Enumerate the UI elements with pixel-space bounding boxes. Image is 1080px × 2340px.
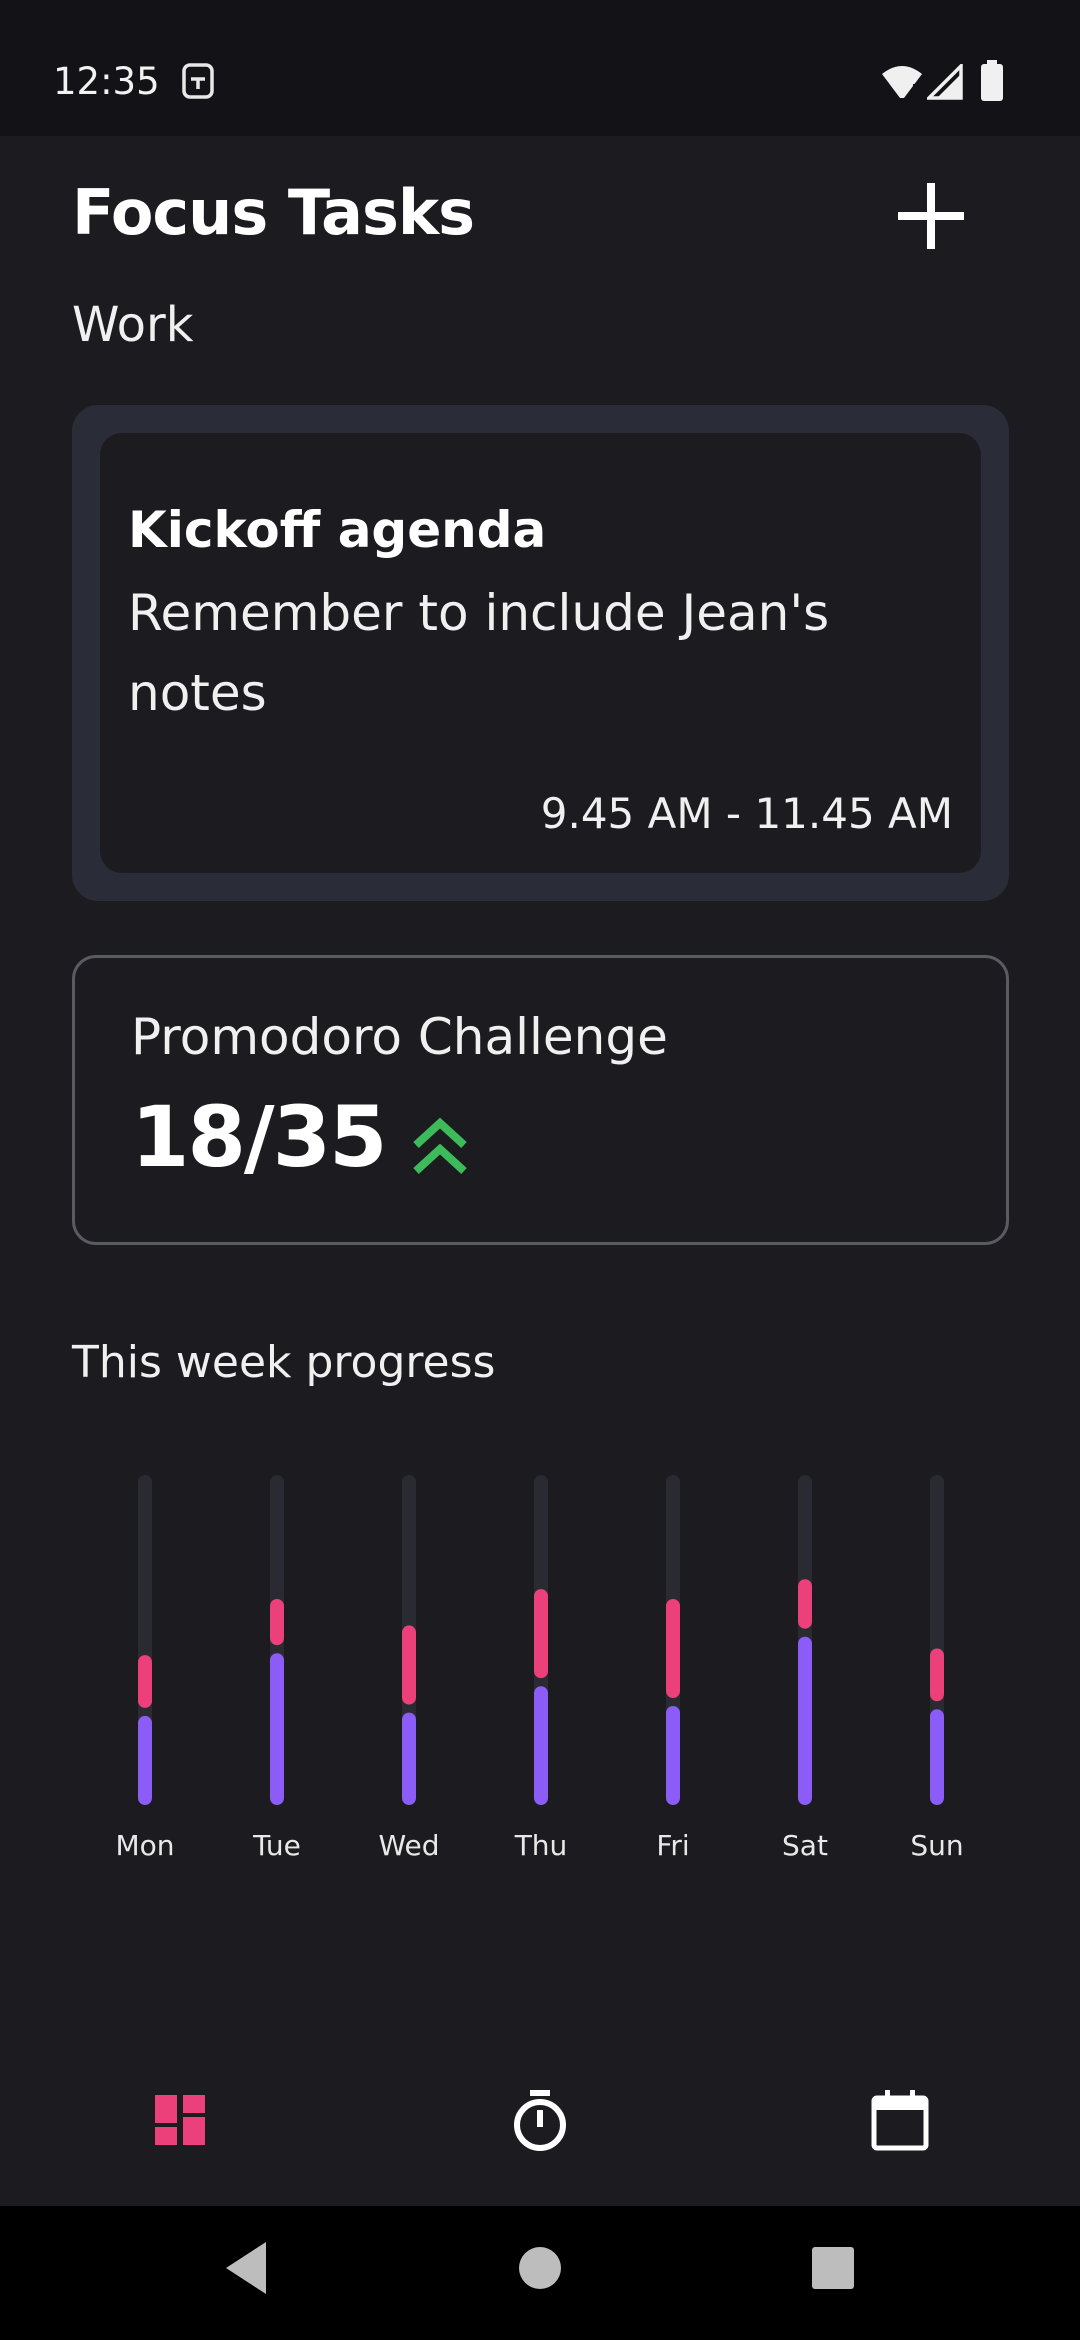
promodoro-title: Promodoro Challenge: [131, 1008, 668, 1066]
bar-segment: [270, 1653, 284, 1805]
task-note: Remember to include Jean's notes: [128, 584, 830, 722]
section-label: Work: [72, 297, 194, 353]
bar-segment: [798, 1636, 812, 1805]
bar-segment: [666, 1706, 680, 1805]
timer-icon: [514, 2090, 566, 2151]
status-time: 12:35: [53, 60, 160, 103]
page-title: Focus Tasks: [72, 176, 475, 249]
wifi-icon: [882, 66, 922, 98]
task-card-container[interactable]: Kickoff agenda Remember to include Jean'…: [72, 405, 1009, 901]
nav-calendar[interactable]: [840, 2070, 960, 2170]
task-card[interactable]: Kickoff agenda Remember to include Jean'…: [100, 433, 981, 873]
bar-segment: [138, 1715, 152, 1805]
signal-icon: [927, 64, 963, 100]
bar-segment: [534, 1686, 548, 1805]
double-chevron-up-icon: [413, 1117, 467, 1174]
battery-icon: [981, 60, 1003, 101]
task-title: Kickoff agenda: [128, 501, 547, 559]
status-bar: 12:35: [0, 0, 1080, 136]
bottom-nav: [0, 2040, 1080, 2206]
bar-segment: [534, 1589, 548, 1679]
day-label: Wed: [378, 1829, 439, 1862]
bar-segment: [798, 1579, 812, 1629]
day-label: Fri: [656, 1829, 689, 1862]
day-label: Thu: [514, 1829, 568, 1862]
promodoro-card[interactable]: Promodoro Challenge 18/35: [72, 955, 1009, 1245]
progress-title: This week progress: [72, 1337, 496, 1388]
day-label: Mon: [115, 1829, 174, 1862]
bar-segment: [402, 1712, 416, 1805]
day-label: Tue: [252, 1829, 301, 1862]
home-icon[interactable]: [518, 2238, 562, 2298]
sim-card-icon: [182, 63, 214, 99]
day-label: Sun: [910, 1829, 963, 1862]
task-time-range: 9.45 AM - 11.45 AM: [540, 789, 953, 838]
bar-segment: [402, 1625, 416, 1705]
bar-segment: [270, 1599, 284, 1646]
nav-dashboard[interactable]: [120, 2070, 240, 2170]
recents-icon[interactable]: [810, 2238, 856, 2298]
plus-icon: [898, 183, 964, 249]
system-nav-bar: [0, 2206, 1080, 2340]
back-icon[interactable]: [222, 2238, 268, 2298]
promodoro-count: 18/35: [131, 1088, 387, 1186]
dashboard-icon: [155, 2095, 205, 2145]
bar-segment: [930, 1648, 944, 1702]
week-progress-chart: Mon Tue Wed Thu Fri Sat Sun: [115, 1475, 964, 1862]
nav-timer[interactable]: [480, 2070, 600, 2170]
bar-segment: [138, 1655, 152, 1708]
bar-segment: [666, 1599, 680, 1698]
calendar-icon: [871, 2090, 929, 2151]
add-task-button[interactable]: [890, 175, 972, 257]
day-label: Sat: [782, 1829, 828, 1862]
bar-segment: [930, 1709, 944, 1805]
